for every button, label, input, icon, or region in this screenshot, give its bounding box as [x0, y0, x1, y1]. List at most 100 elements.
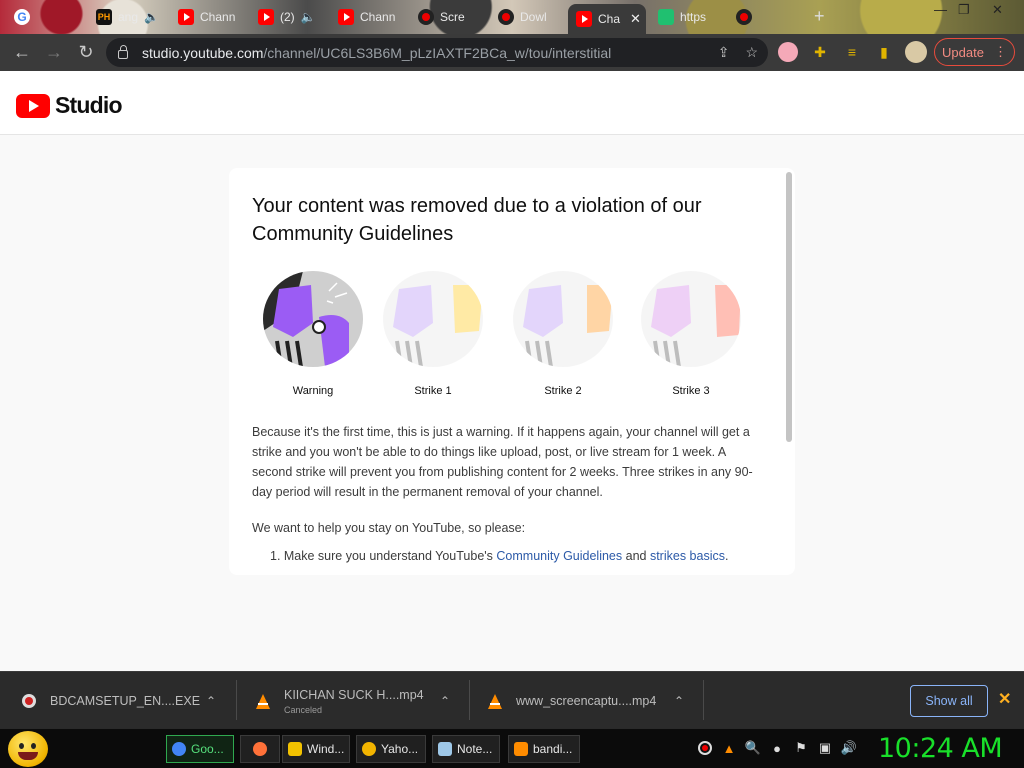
task-firefox[interactable]	[240, 735, 280, 763]
ph-icon: PH	[96, 9, 112, 25]
show-all-button[interactable]: Show all	[910, 685, 988, 717]
vlc-cone-icon	[254, 692, 272, 710]
divider	[236, 680, 237, 720]
smiley-icon	[362, 742, 376, 756]
tab-https[interactable]: https	[650, 4, 714, 30]
tab-google[interactable]: G	[6, 4, 44, 30]
task-label: Note...	[457, 742, 493, 756]
task-label: Wind...	[307, 742, 345, 756]
system-clock[interactable]: 10:24 AM	[878, 733, 1003, 764]
vlc-cone-icon	[514, 742, 528, 756]
task-chrome[interactable]: Goo...	[166, 735, 234, 763]
avatar[interactable]	[905, 41, 927, 63]
tab-ph[interactable]: PH ang 🔈	[88, 4, 167, 30]
browser-tab-strip: G PH ang 🔈 Chann (2) 🔈 Chann Scre Dowl C…	[0, 0, 1024, 34]
extensions-puzzle-icon[interactable]: ✚	[810, 42, 830, 62]
lock-icon	[118, 45, 128, 59]
update-button[interactable]: Update ⋮	[934, 38, 1015, 66]
notice-title: Your content was removed due to a violat…	[252, 195, 702, 245]
task-bandicam[interactable]: bandi...	[508, 735, 580, 763]
flag-tray-icon[interactable]: ⚑	[792, 739, 810, 757]
google-g-icon: G	[14, 9, 30, 25]
start-button[interactable]	[8, 731, 48, 767]
card-scrollbar[interactable]	[786, 172, 792, 442]
strike-2-illustration-icon	[513, 271, 613, 367]
download-item[interactable]: www_screencaptu....mp4 ⌃	[486, 684, 696, 718]
task-yahoo[interactable]: Yaho...	[356, 735, 426, 763]
studio-wordmark: Studio	[55, 92, 123, 118]
folder-icon	[288, 742, 302, 756]
browser-toolbar: ← → ↻ studio.youtube.com /channel/UC6LS3…	[0, 34, 1024, 71]
network-tray-icon[interactable]: ▣	[816, 739, 834, 757]
chevron-up-icon[interactable]: ⌃	[440, 694, 450, 708]
back-arrow-icon[interactable]: ←	[6, 37, 38, 69]
tab-label: Dowl	[520, 10, 547, 24]
close-icon[interactable]: ✕	[998, 689, 1011, 709]
forward-arrow-icon[interactable]: →	[38, 37, 70, 69]
list-item-text: 1. Make sure you understand YouTube's	[270, 549, 497, 563]
side-panel-icon[interactable]: ▮	[874, 42, 894, 62]
tab-channel-1[interactable]: Chann	[170, 4, 243, 30]
url-path: /channel/UC6LS3B6M_pLzIAXTF2BCa_w/tou/in…	[263, 44, 612, 61]
bookmark-star-icon[interactable]: ☆	[745, 44, 758, 61]
youtube-studio-logo[interactable]: Studio	[16, 92, 123, 119]
update-label: Update	[942, 44, 984, 60]
tab-youtube-2[interactable]: (2) 🔈	[250, 4, 324, 30]
tab-label: (2)	[280, 10, 295, 24]
tab-close-icon[interactable]: ✕	[630, 11, 641, 27]
status-tray-icon[interactable]: ●	[768, 739, 786, 757]
stage-strike-3: Strike 3	[641, 271, 741, 397]
stage-warning: Warning	[263, 271, 363, 397]
task-windows-explorer[interactable]: Wind...	[282, 735, 350, 763]
media-queue-icon[interactable]: ≡	[842, 42, 862, 62]
strikes-basics-link[interactable]: strikes basics	[650, 549, 725, 563]
strike-1-illustration-icon	[383, 271, 483, 367]
volume-tray-icon[interactable]: 🔊	[840, 739, 858, 757]
stage-strike-2: Strike 2	[513, 271, 613, 397]
share-icon[interactable]: ⇪	[718, 44, 730, 61]
address-bar[interactable]: studio.youtube.com /channel/UC6LS3B6M_pL…	[106, 38, 768, 67]
tab-label: ang	[118, 10, 139, 24]
violation-notice-card: Your content was removed due to a violat…	[229, 168, 795, 575]
green-icon	[658, 9, 674, 25]
chevron-up-icon[interactable]: ⌃	[206, 694, 216, 708]
download-item[interactable]: KIICHAN SUCK H....mp4 Canceled ⌃	[254, 684, 454, 718]
stage-strike-1: Strike 1	[383, 271, 483, 397]
firefox-icon	[253, 742, 267, 756]
warning-illustration-icon	[263, 271, 363, 367]
youtube-icon	[258, 9, 274, 25]
download-status: Canceled	[284, 704, 323, 715]
download-item[interactable]: BDCAMSETUP_EN....EXE ⌃	[20, 684, 220, 718]
task-notepad[interactable]: Note...	[432, 735, 500, 763]
more-vert-icon: ⋮	[993, 44, 1007, 59]
tab-record[interactable]	[728, 4, 760, 30]
search-tray-icon[interactable]: 🔍	[744, 739, 762, 757]
record-icon	[498, 9, 514, 25]
strike-3-illustration-icon	[641, 271, 741, 367]
window-close-button[interactable]: ✕	[992, 2, 1003, 18]
community-guidelines-link[interactable]: Community Guidelines	[496, 549, 622, 563]
restore-button[interactable]: ❐	[958, 2, 970, 18]
tab-channel-2[interactable]: Chann	[330, 4, 403, 30]
chevron-up-icon[interactable]: ⌃	[674, 694, 684, 708]
profile-flag-icon[interactable]	[778, 42, 798, 62]
help-list-item: 1. Make sure you understand YouTube's Co…	[270, 546, 728, 566]
download-name: BDCAMSETUP_EN....EXE	[50, 694, 201, 708]
tab-label: Chann	[360, 10, 396, 24]
list-item-text: and	[622, 549, 650, 563]
vlc-cone-icon	[486, 692, 504, 710]
vlc-tray-icon[interactable]: ▲	[720, 739, 738, 757]
installer-icon	[20, 692, 38, 710]
tab-download[interactable]: Dowl	[490, 4, 555, 30]
help-intro: We want to help you stay on YouTube, so …	[252, 521, 526, 535]
minimize-button[interactable]: —	[934, 2, 947, 17]
task-label: Yaho...	[381, 742, 419, 756]
tab-label: Chann	[200, 10, 236, 24]
record-tray-icon[interactable]	[696, 739, 714, 757]
reload-icon[interactable]: ↻	[70, 37, 102, 69]
tab-screen[interactable]: Scre	[410, 4, 473, 30]
stage-label: Strike 2	[544, 385, 582, 397]
tab-channel-active[interactable]: Cha ✕	[568, 4, 646, 34]
new-tab-button[interactable]: +	[814, 6, 825, 27]
stage-label: Warning	[292, 385, 334, 397]
